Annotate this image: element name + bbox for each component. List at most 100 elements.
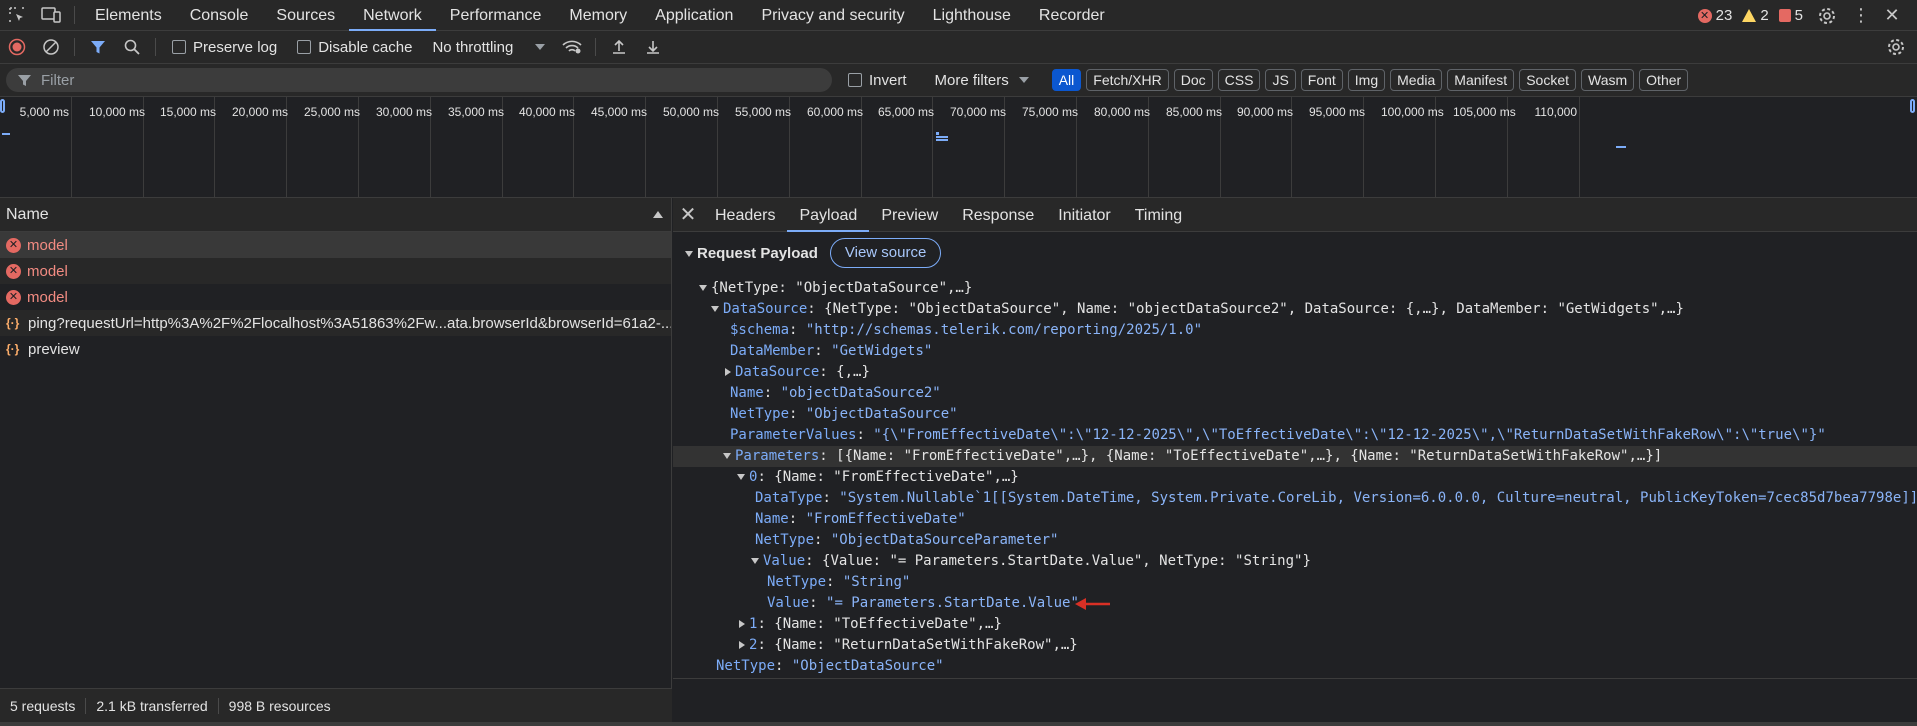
checkbox-box[interactable] <box>297 40 312 54</box>
more-options-icon[interactable]: ⋮ <box>1851 0 1871 31</box>
tab-network[interactable]: Network <box>349 0 436 31</box>
tree-leaf-param-nettype[interactable]: NetType: "ObjectDataSourceParameter" <box>755 530 1058 551</box>
settings-gear-icon[interactable] <box>1813 0 1841 31</box>
section-toggle[interactable]: Request Payload <box>685 245 818 262</box>
request-list: Name ✕ model ✕ model ✕ model {·} ping?requestUr… <box>0 198 672 688</box>
error-status-icon: ✕ <box>6 263 21 279</box>
device-toolbar-icon[interactable] <box>34 0 68 31</box>
preserve-log-checkbox[interactable]: Preserve log <box>162 39 287 56</box>
request-row[interactable]: ✕ model <box>0 258 671 284</box>
export-har-download-icon[interactable] <box>636 32 670 63</box>
chevron-down-icon <box>1018 77 1029 83</box>
tree-node-parameter-1[interactable]: 1: {Name: "ToEffectiveDate",…} <box>739 614 1002 635</box>
record-stop-icon[interactable] <box>0 32 34 63</box>
issue-count-badge[interactable]: 5 <box>1778 7 1803 24</box>
request-row[interactable]: {·} preview <box>0 336 671 362</box>
filter-type-font[interactable]: Font <box>1300 69 1343 91</box>
tree-leaf-datatype[interactable]: DataType: "System.Nullable`1[[System.Dat… <box>755 488 1917 509</box>
timeline-overview[interactable]: 5,000 ms 10,000 ms 15,000 ms 20,000 ms 25,00… <box>0 97 1917 198</box>
clear-icon[interactable] <box>34 32 68 63</box>
detail-tab-initiator[interactable]: Initiator <box>1046 198 1122 232</box>
filter-type-socket[interactable]: Socket <box>1519 69 1577 91</box>
tab-privacy-and-security[interactable]: Privacy and security <box>747 0 918 31</box>
detail-tab-payload[interactable]: Payload <box>787 198 870 232</box>
tab-elements[interactable]: Elements <box>81 0 176 31</box>
name-column-header[interactable]: Name <box>0 198 671 232</box>
tree-leaf-param-name[interactable]: Name: "FromEffectiveDate" <box>755 509 966 530</box>
tree-leaf-root-nettype[interactable]: NetType: "ObjectDataSource" <box>716 656 944 677</box>
timeline-scrubber-handle[interactable] <box>1910 99 1915 113</box>
tree-leaf-parametervalues[interactable]: ParameterValues: "{\"FromEffectiveDate\"… <box>730 425 1826 446</box>
request-row[interactable]: ✕ model <box>0 232 671 258</box>
filter-funnel-icon[interactable] <box>81 32 115 63</box>
close-devtools-icon[interactable]: ✕ <box>1881 0 1903 31</box>
request-count: 5 requests <box>0 697 87 714</box>
detail-tab-response[interactable]: Response <box>950 198 1046 232</box>
tab-application[interactable]: Application <box>641 0 747 31</box>
more-filters-dropdown[interactable]: More filters <box>925 72 1039 89</box>
tree-leaf-schema[interactable]: $schema: "http://schemas.telerik.com/rep… <box>730 320 1202 341</box>
inspect-element-icon[interactable] <box>0 0 34 31</box>
tab-recorder[interactable]: Recorder <box>1025 0 1119 31</box>
filter-type-all[interactable]: All <box>1051 69 1082 91</box>
view-source-button[interactable]: View source <box>829 238 942 268</box>
expand-triangle-icon <box>723 453 731 459</box>
tree-leaf-nettype[interactable]: NetType: "ObjectDataSource" <box>730 404 958 425</box>
throttling-select[interactable]: No throttling <box>422 39 555 56</box>
error-count-badge[interactable]: ✕ 23 <box>1697 7 1733 24</box>
detail-tab-timing[interactable]: Timing <box>1123 198 1194 232</box>
toolbar-divider <box>595 38 597 56</box>
tree-node-parameter-0[interactable]: 0: {Name: "FromEffectiveDate",…} <box>737 467 1019 488</box>
disable-cache-checkbox[interactable]: Disable cache <box>287 39 422 56</box>
warning-count-badge[interactable]: 2 <box>1742 7 1769 24</box>
checkbox-box[interactable] <box>172 40 186 54</box>
detail-tab-headers[interactable]: Headers <box>703 198 787 232</box>
request-row[interactable]: {·} ping?requestUrl=http%3A%2F%2Flocalhos… <box>0 310 671 336</box>
tree-node-parameter-2[interactable]: 2: {Name: "ReturnDataSetWithFakeRow",…} <box>739 635 1078 656</box>
tree-leaf-value-value[interactable]: Value: "= Parameters.StartDate.Value" <box>767 593 1079 614</box>
import-har-upload-icon[interactable] <box>602 32 636 63</box>
network-settings-gear-icon[interactable] <box>1879 32 1913 63</box>
timeline-bar <box>1616 146 1626 148</box>
detail-tab-preview[interactable]: Preview <box>869 198 950 232</box>
error-icon: ✕ <box>1697 8 1712 23</box>
tab-performance[interactable]: Performance <box>436 0 556 31</box>
request-row[interactable]: ✕ model <box>0 284 671 310</box>
tree-leaf-value-nettype[interactable]: NetType: "String" <box>767 572 910 593</box>
tab-console[interactable]: Console <box>176 0 263 31</box>
tab-lighthouse[interactable]: Lighthouse <box>919 0 1025 31</box>
request-name: model <box>27 288 68 306</box>
tree-leaf-datamember[interactable]: DataMember: "GetWidgets" <box>730 341 932 362</box>
timeline-tick-label: 110,000 <box>1534 105 1578 119</box>
filter-placeholder: Filter <box>41 71 75 89</box>
tree-node-inner-datasource[interactable]: DataSource: {,…} <box>725 362 870 383</box>
filter-type-wasm[interactable]: Wasm <box>1581 69 1635 91</box>
tab-sources[interactable]: Sources <box>262 0 349 31</box>
invert-checkbox[interactable]: Invert <box>838 72 917 89</box>
tree-node-parameters[interactable]: Parameters: [{Name: "FromEffectiveDate",… <box>673 446 1917 467</box>
filter-type-other[interactable]: Other <box>1639 69 1689 91</box>
tree-node-param-value[interactable]: Value: {Value: "= Parameters.StartDate.V… <box>751 551 1311 572</box>
collapse-triangle-icon <box>739 641 745 649</box>
filter-type-css[interactable]: CSS <box>1217 69 1261 91</box>
filter-type-img[interactable]: Img <box>1347 69 1386 91</box>
network-conditions-wifi-icon[interactable] <box>555 32 589 63</box>
filter-type-doc[interactable]: Doc <box>1173 69 1213 91</box>
tree-node-datasource[interactable]: DataSource: {NetType: "ObjectDataSource"… <box>711 299 1684 320</box>
filter-type-fetch-xhr[interactable]: Fetch/XHR <box>1086 69 1169 91</box>
error-count: 23 <box>1715 7 1733 24</box>
toolbar-divider <box>74 38 75 56</box>
request-payload-header[interactable]: Request Payload View source <box>685 238 942 268</box>
tree-leaf-name[interactable]: Name: "objectDataSource2" <box>730 383 941 404</box>
filter-input[interactable]: Filter <box>6 68 832 92</box>
filter-type-media[interactable]: Media <box>1390 69 1443 91</box>
close-detail-icon[interactable]: ✕ <box>673 202 703 227</box>
tab-memory[interactable]: Memory <box>555 0 641 31</box>
timeline-scrubber-handle[interactable] <box>0 99 5 113</box>
tree-root[interactable]: {NetType: "ObjectDataSource",…} <box>699 278 972 299</box>
checkbox-box[interactable] <box>848 73 862 87</box>
filter-type-manifest[interactable]: Manifest <box>1447 69 1515 91</box>
filter-type-js[interactable]: JS <box>1265 69 1296 91</box>
transferred-size: 2.1 kB transferred <box>86 697 219 714</box>
search-icon[interactable] <box>115 32 149 63</box>
